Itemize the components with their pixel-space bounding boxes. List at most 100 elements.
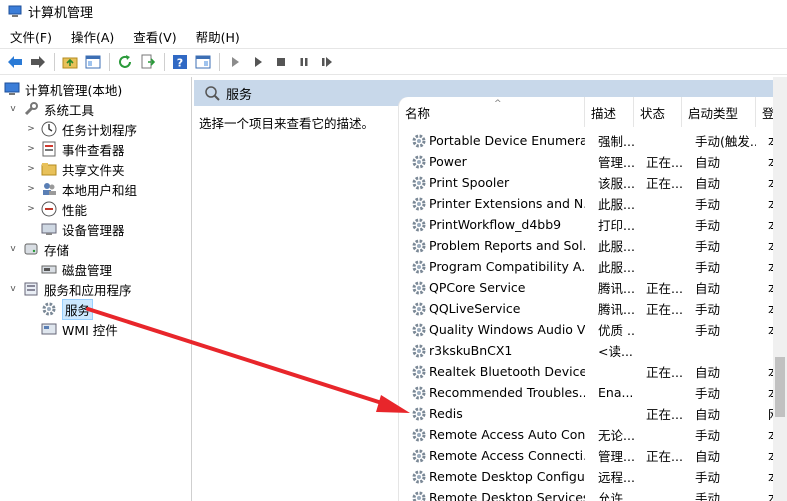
service-startup-type-cell: 自动 xyxy=(695,365,721,380)
event-viewer-icon xyxy=(42,141,56,157)
service-startup-type-cell: 手动(触发... xyxy=(695,134,756,149)
tree-item-shared-folders[interactable]: > 共享文件夹 xyxy=(26,159,124,179)
menu-view[interactable]: 查看(V) xyxy=(123,27,185,46)
start-service-alt-button[interactable] xyxy=(247,51,269,73)
menu-file[interactable]: 文件(F) xyxy=(0,27,61,46)
service-description-cell: 该服... xyxy=(598,176,634,191)
tree-item-performance[interactable]: > 性能 xyxy=(26,199,87,219)
service-row[interactable]: Remote Access Auto Con...无论...手动本 xyxy=(399,424,787,445)
service-status-cell xyxy=(646,130,682,151)
service-description-cell: 管理... xyxy=(598,155,634,170)
export-list-button[interactable] xyxy=(137,51,159,73)
pause-service-button[interactable] xyxy=(293,51,315,73)
forward-button[interactable] xyxy=(27,51,49,73)
service-row[interactable]: Program Compatibility A...此服...手动本 xyxy=(399,256,787,277)
toolbar-separator xyxy=(219,52,220,71)
window-title: 计算机管理 xyxy=(28,5,94,21)
collapse-chevron-icon[interactable]: v xyxy=(8,244,18,254)
service-row[interactable]: r3kskuBnCX1 <读... xyxy=(399,340,787,361)
service-row[interactable]: Remote Desktop Services允许...手动本 xyxy=(399,487,787,501)
service-name-cell: Realtek Bluetooth Device... xyxy=(411,361,585,382)
service-startup-type-cell: 手动 xyxy=(695,323,721,338)
service-row[interactable]: Realtek Bluetooth Device...正在...自动本 xyxy=(399,361,787,382)
show-hide-tree-button[interactable] xyxy=(82,51,104,73)
service-name: Problem Reports and Sol... xyxy=(429,238,585,253)
service-row[interactable]: Power管理...正在...自动本 xyxy=(399,151,787,172)
tree-label: 任务计划程序 xyxy=(62,122,138,138)
service-startup-type-cell xyxy=(695,340,756,361)
tree-label: 计算机管理(本地) xyxy=(25,82,123,98)
expand-chevron-icon[interactable]: > xyxy=(26,124,36,134)
tree-item-system-tools[interactable]: v 系统工具 xyxy=(8,99,94,119)
service-status-cell xyxy=(646,487,682,501)
service-row[interactable]: Remote Access Connecti...管理...正在...自动本 xyxy=(399,445,787,466)
service-row[interactable]: Recommended Troubles...Ena...手动本 xyxy=(399,382,787,403)
service-startup-type-cell: 自动 xyxy=(695,407,721,422)
properties-view-button[interactable] xyxy=(192,51,214,73)
back-button[interactable] xyxy=(4,51,26,73)
tree-item-device-manager[interactable]: 设备管理器 xyxy=(41,219,125,239)
column-header-startup-type[interactable]: 启动类型 xyxy=(682,97,756,127)
tree-item-event-viewer[interactable]: > 事件查看器 xyxy=(26,139,125,159)
service-name-cell: Redis xyxy=(411,403,585,424)
system-tools-icon xyxy=(24,102,38,116)
refresh-button[interactable] xyxy=(114,51,136,73)
restart-service-button[interactable] xyxy=(316,51,338,73)
column-header-status[interactable]: 状态 xyxy=(634,97,682,127)
service-gear-icon xyxy=(412,491,426,501)
help-button[interactable]: ? xyxy=(169,51,191,73)
service-gear-icon xyxy=(412,386,426,399)
tree-label: 系统工具 xyxy=(44,102,95,118)
service-row[interactable]: PrintWorkflow_d4bb9打印...手动本 xyxy=(399,214,787,235)
up-level-button[interactable] xyxy=(59,51,81,73)
service-row[interactable]: Remote Desktop Configu...远程...手动本 xyxy=(399,466,787,487)
tree-item-computer-management[interactable]: 计算机管理(本地) xyxy=(4,79,122,99)
stop-service-button[interactable] xyxy=(270,51,292,73)
service-startup-type-cell: 自动 xyxy=(695,176,721,191)
service-name-cell: Quality Windows Audio V... xyxy=(411,319,585,340)
expand-chevron-icon[interactable]: > xyxy=(26,164,36,174)
service-gear-icon xyxy=(412,176,426,189)
tree-item-storage[interactable]: v 存储 xyxy=(8,239,69,259)
service-description-cell: 此服... xyxy=(598,260,634,275)
service-row[interactable]: Print Spooler该服...正在...自动本 xyxy=(399,172,787,193)
service-gear-icon xyxy=(412,323,426,336)
service-startup-type-cell: 自动 xyxy=(695,281,721,296)
service-row[interactable]: Quality Windows Audio V...优质 ...手动本 xyxy=(399,319,787,340)
service-row[interactable]: QPCore Service腾讯...正在...自动本 xyxy=(399,277,787,298)
menu-help[interactable]: 帮助(H) xyxy=(186,27,249,46)
service-name-cell: Remote Desktop Configu... xyxy=(411,466,585,487)
expand-chevron-icon[interactable]: > xyxy=(26,204,36,214)
service-row[interactable]: Portable Device Enumera...强制...手动(触发...本 xyxy=(399,130,787,151)
service-status-cell: 正在... xyxy=(646,302,682,317)
tree-item-task-scheduler[interactable]: > 任务计划程序 xyxy=(26,119,137,139)
tree-item-disk-management[interactable]: 磁盘管理 xyxy=(41,259,112,279)
tree-item-wmi-control[interactable]: WMI 控件 xyxy=(41,319,118,339)
service-row[interactable]: Printer Extensions and N...此服...手动本 xyxy=(399,193,787,214)
service-row[interactable]: QQLiveService腾讯...正在...手动本 xyxy=(399,298,787,319)
collapse-chevron-icon[interactable]: v xyxy=(8,284,18,294)
expand-chevron-icon[interactable]: > xyxy=(26,184,36,194)
services-apps-icon xyxy=(24,282,38,296)
refresh-icon xyxy=(119,54,131,68)
shared-folders-icon xyxy=(41,163,57,176)
tree-item-local-users-groups[interactable]: > 本地用户和组 xyxy=(26,179,137,199)
tree-item-services[interactable]: 服务 xyxy=(41,298,94,320)
service-row[interactable]: Redis正在...自动网 xyxy=(399,403,787,424)
tree-item-services-and-applications[interactable]: v 服务和应用程序 xyxy=(8,279,132,299)
scrollbar-thumb[interactable] xyxy=(775,357,785,417)
toolbar-separator xyxy=(109,52,110,71)
tree-label: 本地用户和组 xyxy=(62,182,138,198)
service-row[interactable]: Problem Reports and Sol...此服...手动本 xyxy=(399,235,787,256)
column-header-name[interactable]: 名称 xyxy=(399,97,585,127)
computer-management-app-icon xyxy=(8,5,22,17)
storage-icon xyxy=(24,243,38,255)
service-name: Portable Device Enumera... xyxy=(429,133,585,148)
expand-chevron-icon[interactable]: > xyxy=(26,144,36,154)
menu-action[interactable]: 操作(A) xyxy=(61,27,123,46)
service-status-cell xyxy=(646,193,682,214)
vertical-scrollbar[interactable] xyxy=(773,77,787,501)
column-header-description[interactable]: 描述 xyxy=(585,97,634,127)
start-service-button[interactable] xyxy=(224,51,246,73)
collapse-chevron-icon[interactable]: v xyxy=(8,104,18,114)
